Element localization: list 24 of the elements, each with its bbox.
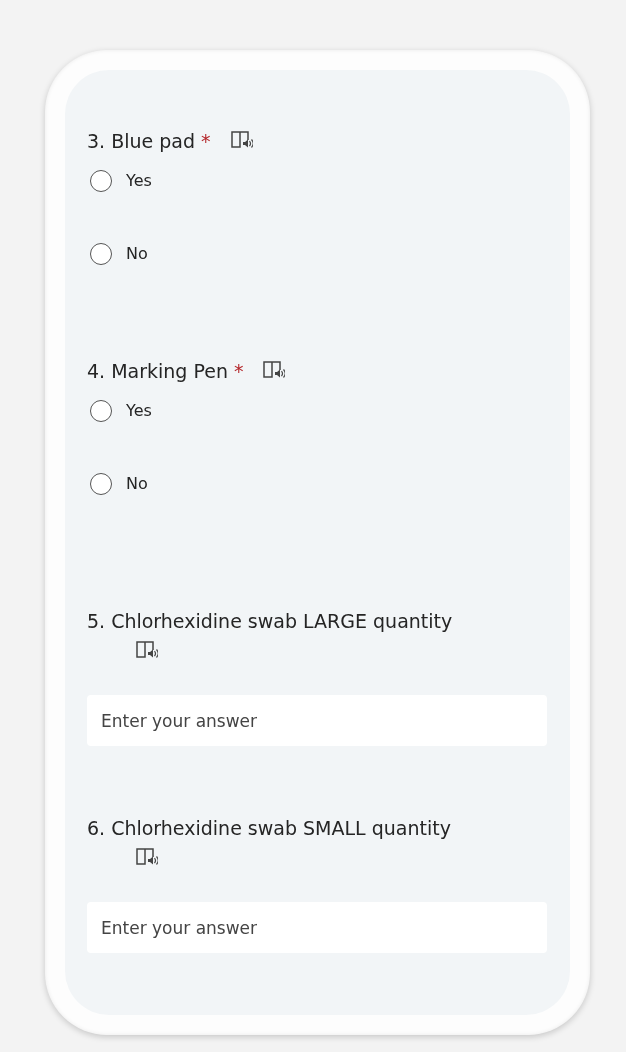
immersive-reader-icon[interactable] (263, 360, 286, 380)
option-label[interactable]: Yes (126, 171, 152, 190)
option-label[interactable]: Yes (126, 401, 152, 420)
option-label[interactable]: No (126, 244, 148, 263)
radio-button[interactable] (90, 472, 112, 495)
question-title: Chlorhexidine swab LARGE quantity (111, 610, 453, 632)
question-title: Chlorhexidine swab SMALL quantity (111, 817, 451, 839)
answer-field[interactable]: Enter your answer (87, 695, 547, 746)
radio-button[interactable] (90, 169, 112, 192)
required-asterisk: * (201, 130, 211, 152)
immersive-reader-icon[interactable] (136, 847, 159, 867)
option-label[interactable]: No (126, 474, 148, 493)
immersive-reader-icon[interactable] (136, 640, 159, 660)
required-asterisk: * (233, 360, 244, 382)
radio-button[interactable] (90, 242, 112, 265)
immersive-reader-icon[interactable] (230, 130, 253, 150)
question-number: 3. (87, 129, 106, 154)
question-number: 6. (87, 816, 106, 841)
radio-button[interactable] (90, 399, 112, 422)
question-number: 4. (87, 359, 106, 384)
question-title: Blue pad (111, 130, 195, 152)
answer-field[interactable]: Enter your answer (87, 902, 547, 953)
question-number: 5. (87, 609, 106, 634)
question-title: Marking Pen (111, 360, 228, 382)
